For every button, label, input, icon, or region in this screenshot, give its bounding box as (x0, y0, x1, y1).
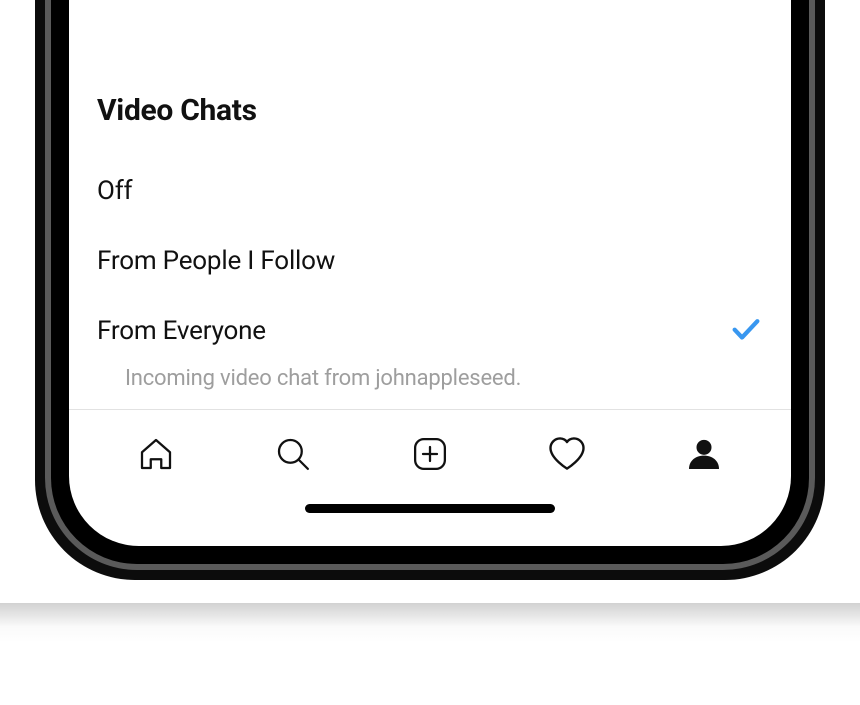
settings-content: Video Chats Off From People I Follow (69, 0, 791, 546)
option-off[interactable]: Off (97, 156, 763, 226)
option-label: From Everyone (97, 316, 266, 346)
section-helper-text: Incoming video chat from johnappleseed. (69, 366, 791, 409)
bottom-tab-bar (69, 410, 791, 498)
tab-activity[interactable] (537, 424, 597, 484)
profile-icon (684, 434, 724, 474)
tab-search[interactable] (263, 424, 323, 484)
tab-home[interactable] (126, 424, 186, 484)
surface-shadow (0, 603, 860, 643)
plus-square-icon (409, 433, 451, 475)
search-icon (272, 433, 314, 475)
option-from-people-i-follow[interactable]: From People I Follow (97, 226, 763, 296)
tab-profile[interactable] (674, 424, 734, 484)
heart-icon (545, 432, 589, 476)
option-from-everyone[interactable]: From Everyone (97, 296, 763, 366)
phone-frame: Video Chats Off From People I Follow (35, 0, 825, 580)
home-indicator[interactable] (69, 498, 791, 546)
tab-new-post[interactable] (400, 424, 460, 484)
option-label: Off (97, 176, 132, 206)
home-icon (135, 433, 177, 475)
option-label: From People I Follow (97, 246, 335, 276)
section-title: Video Chats (97, 93, 763, 128)
phone-screen: Video Chats Off From People I Follow (69, 0, 791, 546)
checkmark-icon (729, 312, 763, 350)
video-chats-section: Video Chats Off From People I Follow (69, 93, 791, 366)
